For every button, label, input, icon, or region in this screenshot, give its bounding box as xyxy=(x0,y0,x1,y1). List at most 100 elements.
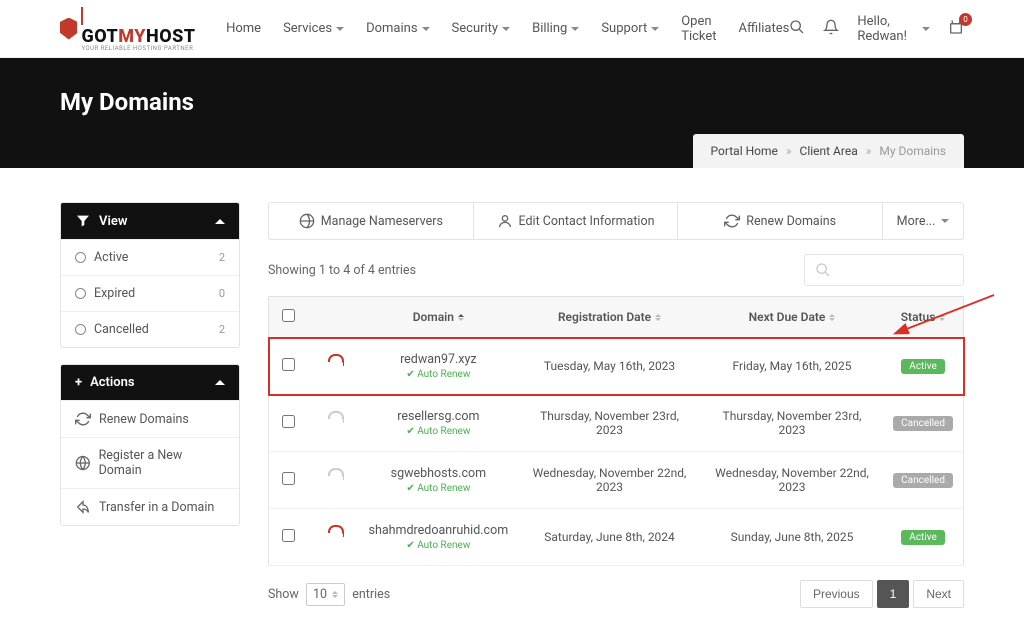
actions-panel: + Actions Renew Domains Register a New D… xyxy=(60,364,240,526)
caret-down-icon xyxy=(502,27,510,31)
edit-contact-button[interactable]: Edit Contact Information xyxy=(474,203,679,239)
logo-shield-icon xyxy=(60,18,77,40)
nav-open-ticket[interactable]: Open Ticket xyxy=(681,14,716,44)
table-row[interactable]: sgwebhosts.com ✔ Auto Renew Wednesday, Nov… xyxy=(269,452,964,509)
col-status[interactable]: Status xyxy=(883,297,963,338)
domain-name: shahmdredoanruhid.com xyxy=(369,523,509,538)
view-panel-header[interactable]: View xyxy=(61,203,239,239)
logo-subtitle: YOUR RELIABLE HOSTING PARTNER xyxy=(81,45,196,52)
caret-down-icon xyxy=(922,27,930,31)
breadcrumb-home[interactable]: Portal Home xyxy=(711,144,778,158)
due-date: Wednesday, November 22nd, 2023 xyxy=(701,452,883,509)
col-domain[interactable]: Domain xyxy=(359,297,519,338)
table-row[interactable]: redwan97.xyz✔ Auto RenewTuesday, May 16t… xyxy=(269,338,964,395)
due-date: Sunday, June 8th, 2025 xyxy=(701,509,883,566)
status-badge: Active xyxy=(901,359,945,374)
filter-icon xyxy=(75,213,91,229)
breadcrumb-client[interactable]: Client Area xyxy=(800,144,858,158)
domain-name: sgwebhosts.com xyxy=(369,466,509,481)
search-icon[interactable] xyxy=(789,19,805,39)
row-checkbox[interactable] xyxy=(282,529,295,542)
manage-nameservers-button[interactable]: Manage Nameservers xyxy=(269,203,474,239)
bell-icon[interactable] xyxy=(823,19,839,39)
caret-down-icon xyxy=(422,27,430,31)
nav-security[interactable]: Security xyxy=(452,21,511,36)
filter-cancelled[interactable]: Cancelled2 xyxy=(61,311,239,347)
nav-home[interactable]: Home xyxy=(226,21,261,36)
due-date: Thursday, November 23rd, 2023 xyxy=(701,395,883,452)
action-register[interactable]: Register a New Domain xyxy=(61,437,239,488)
globe-icon xyxy=(299,213,315,229)
auto-renew-label: ✔ Auto Renew xyxy=(369,369,509,380)
refresh-icon xyxy=(724,213,740,229)
page-title: My Domains xyxy=(60,88,964,116)
logo-my: MY xyxy=(118,26,146,47)
view-panel: View Active2 Expired0 Cancelled2 xyxy=(60,202,240,348)
filter-expired[interactable]: Expired0 xyxy=(61,275,239,311)
filter-active[interactable]: Active2 xyxy=(61,239,239,275)
page-1-button[interactable]: 1 xyxy=(877,580,910,608)
auto-renew-label: ✔ Auto Renew xyxy=(369,426,509,437)
nav-services[interactable]: Services xyxy=(283,21,344,36)
nav-domains[interactable]: Domains xyxy=(366,21,429,36)
topbar: GOTMYHOST YOUR RELIABLE HOSTING PARTNER … xyxy=(0,0,1024,58)
lock-icon xyxy=(325,468,343,490)
breadcrumb-current: My Domains xyxy=(879,144,946,158)
main-nav: Home Services Domains Security Billing S… xyxy=(226,14,789,44)
auto-renew-label: ✔ Auto Renew xyxy=(369,540,509,551)
lock-icon xyxy=(325,525,343,547)
reg-date: Tuesday, May 16th, 2023 xyxy=(518,338,701,395)
col-due[interactable]: Next Due Date xyxy=(701,297,883,338)
prev-button[interactable]: Previous xyxy=(800,580,873,608)
row-checkbox[interactable] xyxy=(282,415,295,428)
renew-domains-button[interactable]: Renew Domains xyxy=(678,203,883,239)
action-transfer[interactable]: Transfer in a Domain xyxy=(61,488,239,525)
domain-toolbar: Manage Nameservers Edit Contact Informat… xyxy=(268,202,964,240)
status-badge: Active xyxy=(901,530,945,545)
breadcrumb: Portal Home » Client Area » My Domains xyxy=(693,134,964,168)
user-icon xyxy=(497,213,513,229)
cart-badge: 0 xyxy=(959,13,972,26)
caret-down-icon xyxy=(571,27,579,31)
action-renew[interactable]: Renew Domains xyxy=(61,400,239,437)
nav-support[interactable]: Support xyxy=(601,21,659,36)
lock-icon xyxy=(325,411,343,433)
user-menu[interactable]: Hello, Redwan! xyxy=(857,14,930,44)
status-badge: Cancelled xyxy=(893,473,953,488)
select-all-checkbox[interactable] xyxy=(282,309,295,322)
length-select[interactable]: 10 xyxy=(306,583,345,606)
domains-table: Domain Registration Date Next Due Date S… xyxy=(268,296,964,566)
auto-renew-label: ✔ Auto Renew xyxy=(369,483,509,494)
more-button[interactable]: More... xyxy=(883,203,963,239)
reg-date: Wednesday, November 22nd, 2023 xyxy=(518,452,701,509)
table-row[interactable]: resellersg.com ✔ Auto Renew Thursday, Nove… xyxy=(269,395,964,452)
nav-billing[interactable]: Billing xyxy=(532,21,579,36)
length-control: Show 10 entries xyxy=(268,587,390,602)
row-checkbox[interactable] xyxy=(282,358,295,371)
share-icon xyxy=(75,499,91,515)
chevron-up-icon xyxy=(215,219,225,224)
next-button[interactable]: Next xyxy=(913,580,964,608)
globe-icon xyxy=(75,455,91,471)
status-badge: Cancelled xyxy=(893,416,953,431)
actions-panel-header[interactable]: + Actions xyxy=(61,365,239,400)
logo-host: HOST xyxy=(146,26,196,47)
radio-icon xyxy=(75,252,86,263)
cart-icon[interactable]: 0 xyxy=(948,19,964,39)
row-checkbox[interactable] xyxy=(282,472,295,485)
showing-text: Showing 1 to 4 of 4 entries xyxy=(268,263,416,278)
due-date: Friday, May 16th, 2025 xyxy=(701,338,883,395)
caret-down-icon xyxy=(336,27,344,31)
nav-affiliates[interactable]: Affiliates xyxy=(739,21,790,36)
radio-icon xyxy=(75,324,86,335)
domain-name: resellersg.com xyxy=(369,409,509,424)
caret-down-icon xyxy=(941,219,949,223)
lock-icon xyxy=(325,354,343,376)
logo[interactable]: GOTMYHOST YOUR RELIABLE HOSTING PARTNER xyxy=(60,5,196,52)
search-input[interactable] xyxy=(804,254,964,286)
table-row[interactable]: shahmdredoanruhid.com✔ Auto RenewSaturda… xyxy=(269,509,964,566)
radio-icon xyxy=(75,288,86,299)
plus-icon: + xyxy=(75,375,82,390)
chevron-up-icon xyxy=(215,380,225,385)
col-reg[interactable]: Registration Date xyxy=(518,297,701,338)
